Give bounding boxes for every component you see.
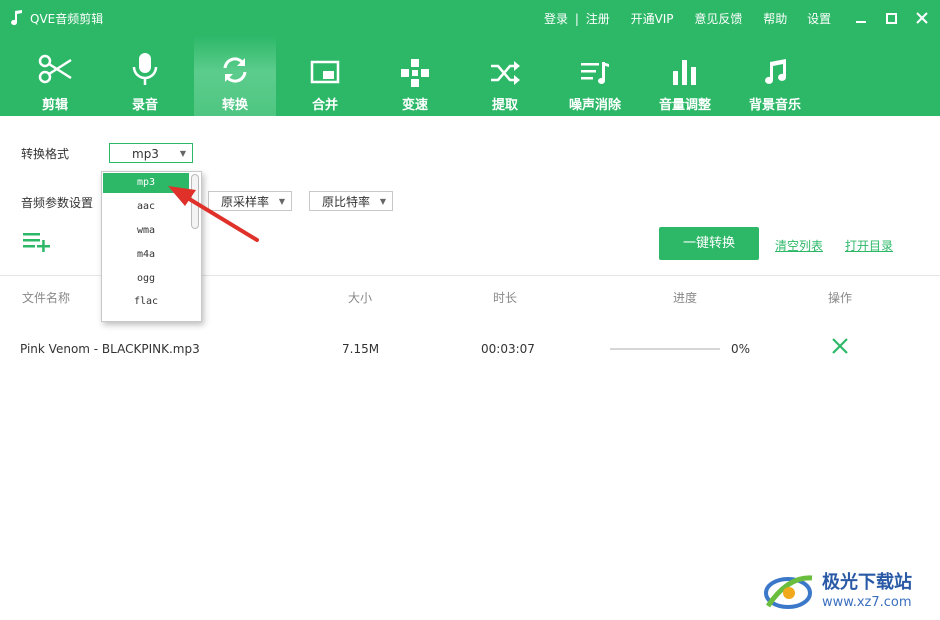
watermark-logo-icon: [764, 575, 813, 609]
shuffle-icon: [491, 61, 520, 85]
format-option-flac[interactable]: flac: [103, 292, 189, 312]
delete-icon[interactable]: [830, 336, 850, 356]
add-file-icon[interactable]: [22, 230, 52, 252]
file-name: Pink Venom - BLACKPINK.mp3: [20, 342, 200, 356]
link-separator: |: [574, 12, 579, 26]
tab-label: 提取: [491, 98, 518, 113]
tab-extract[interactable]: 提取: [464, 36, 546, 116]
title-bar: QVE音频剪辑 登录 | 注册 开通VIP 意见反馈 帮助 设置: [0, 0, 940, 36]
tab-label: 噪声消除: [568, 98, 621, 113]
clear-list-link[interactable]: 清空列表: [775, 237, 823, 254]
format-option-ogg[interactable]: ogg: [103, 269, 189, 289]
tool-tabs: 剪辑 录音 转换 合并 变速 提取 噪声消除 音量调整 背景音乐: [0, 36, 940, 116]
bitrate-value: 原比特率: [322, 195, 371, 209]
vip-link[interactable]: 开通VIP: [631, 10, 674, 27]
minimize-icon[interactable]: [850, 8, 872, 28]
tab-denoise[interactable]: 噪声消除: [554, 36, 636, 116]
tab-cut[interactable]: 剪辑: [14, 36, 96, 116]
file-duration: 00:03:07: [481, 342, 535, 356]
dropdown-scrollbar[interactable]: [191, 174, 199, 229]
register-link[interactable]: 注册: [586, 10, 610, 27]
close-icon[interactable]: [911, 8, 933, 28]
sample-rate-value: 原采样率: [221, 195, 270, 209]
col-header-name: 文件名称: [22, 291, 71, 305]
feedback-link[interactable]: 意见反馈: [694, 10, 742, 27]
refresh-icon: [223, 57, 247, 83]
watermark: 极光下载站 www.xz7.com: [760, 566, 936, 616]
open-folder-link[interactable]: 打开目录: [845, 237, 893, 254]
tab-label: 音量调整: [658, 98, 711, 113]
col-header-duration: 时长: [493, 291, 518, 305]
format-option-wma[interactable]: wma: [103, 221, 189, 241]
progress-bar: [610, 348, 720, 350]
sample-rate-select[interactable]: 原采样率 ▼: [208, 191, 292, 211]
noise-icon: [581, 62, 609, 84]
tab-record[interactable]: 录音: [104, 36, 186, 116]
col-header-size: 大小: [348, 291, 373, 305]
music-note-icon: [765, 59, 787, 84]
format-select-value: mp3: [132, 147, 159, 161]
tab-bgm[interactable]: 背景音乐: [734, 36, 816, 116]
tab-speed[interactable]: 变速: [374, 36, 456, 116]
tab-label: 剪辑: [41, 98, 68, 113]
watermark-text: 极光下载站: [822, 572, 912, 593]
login-link[interactable]: 登录: [544, 10, 568, 27]
tab-label: 合并: [311, 98, 338, 113]
format-option-aac[interactable]: aac: [103, 197, 189, 217]
tab-convert[interactable]: 转换: [194, 36, 276, 116]
format-label: 转换格式: [21, 147, 70, 161]
watermark-url: www.xz7.com: [822, 595, 912, 610]
format-select[interactable]: mp3 ▼: [109, 143, 193, 163]
music-note-app-icon: [11, 10, 22, 26]
header-bar: QVE音频剪辑 登录 | 注册 开通VIP 意见反馈 帮助 设置 剪辑 录音 转…: [0, 0, 940, 116]
merge-icon: [310, 60, 340, 84]
volume-bars-icon: [673, 60, 696, 85]
tab-label: 转换: [221, 98, 248, 113]
tab-merge[interactable]: 合并: [284, 36, 366, 116]
format-option-m4a[interactable]: m4a: [103, 245, 189, 265]
help-link[interactable]: 帮助: [763, 10, 787, 27]
progress-percent: 0%: [731, 342, 751, 356]
chevron-down-icon: ▼: [379, 197, 386, 206]
settings-link[interactable]: 设置: [807, 10, 831, 27]
maximize-icon[interactable]: [880, 8, 902, 28]
tab-label: 录音: [131, 98, 158, 113]
tab-label: 背景音乐: [748, 98, 801, 113]
format-option-mp3[interactable]: mp3: [103, 173, 189, 193]
audio-params-label: 音频参数设置: [21, 196, 94, 210]
tab-volume[interactable]: 音量调整: [644, 36, 726, 116]
app-title: QVE音频剪辑: [30, 12, 104, 26]
format-dropdown: mp3 aac wma m4a ogg flac: [101, 171, 202, 322]
scissors-icon: [38, 54, 72, 84]
tab-label: 变速: [401, 98, 428, 113]
file-size: 7.15M: [342, 342, 380, 356]
convert-all-button[interactable]: 一键转换: [659, 227, 759, 260]
chevron-down-icon: ▼: [278, 197, 285, 206]
microphone-icon: [132, 53, 158, 85]
col-header-progress: 进度: [673, 291, 698, 305]
col-header-action: 操作: [828, 291, 853, 305]
bitrate-select[interactable]: 原比特率 ▼: [309, 191, 393, 211]
speed-icon: [401, 59, 429, 87]
chevron-down-icon: ▼: [179, 149, 186, 158]
top-links: 登录 | 注册 开通VIP 意见反馈 帮助 设置: [544, 10, 831, 27]
